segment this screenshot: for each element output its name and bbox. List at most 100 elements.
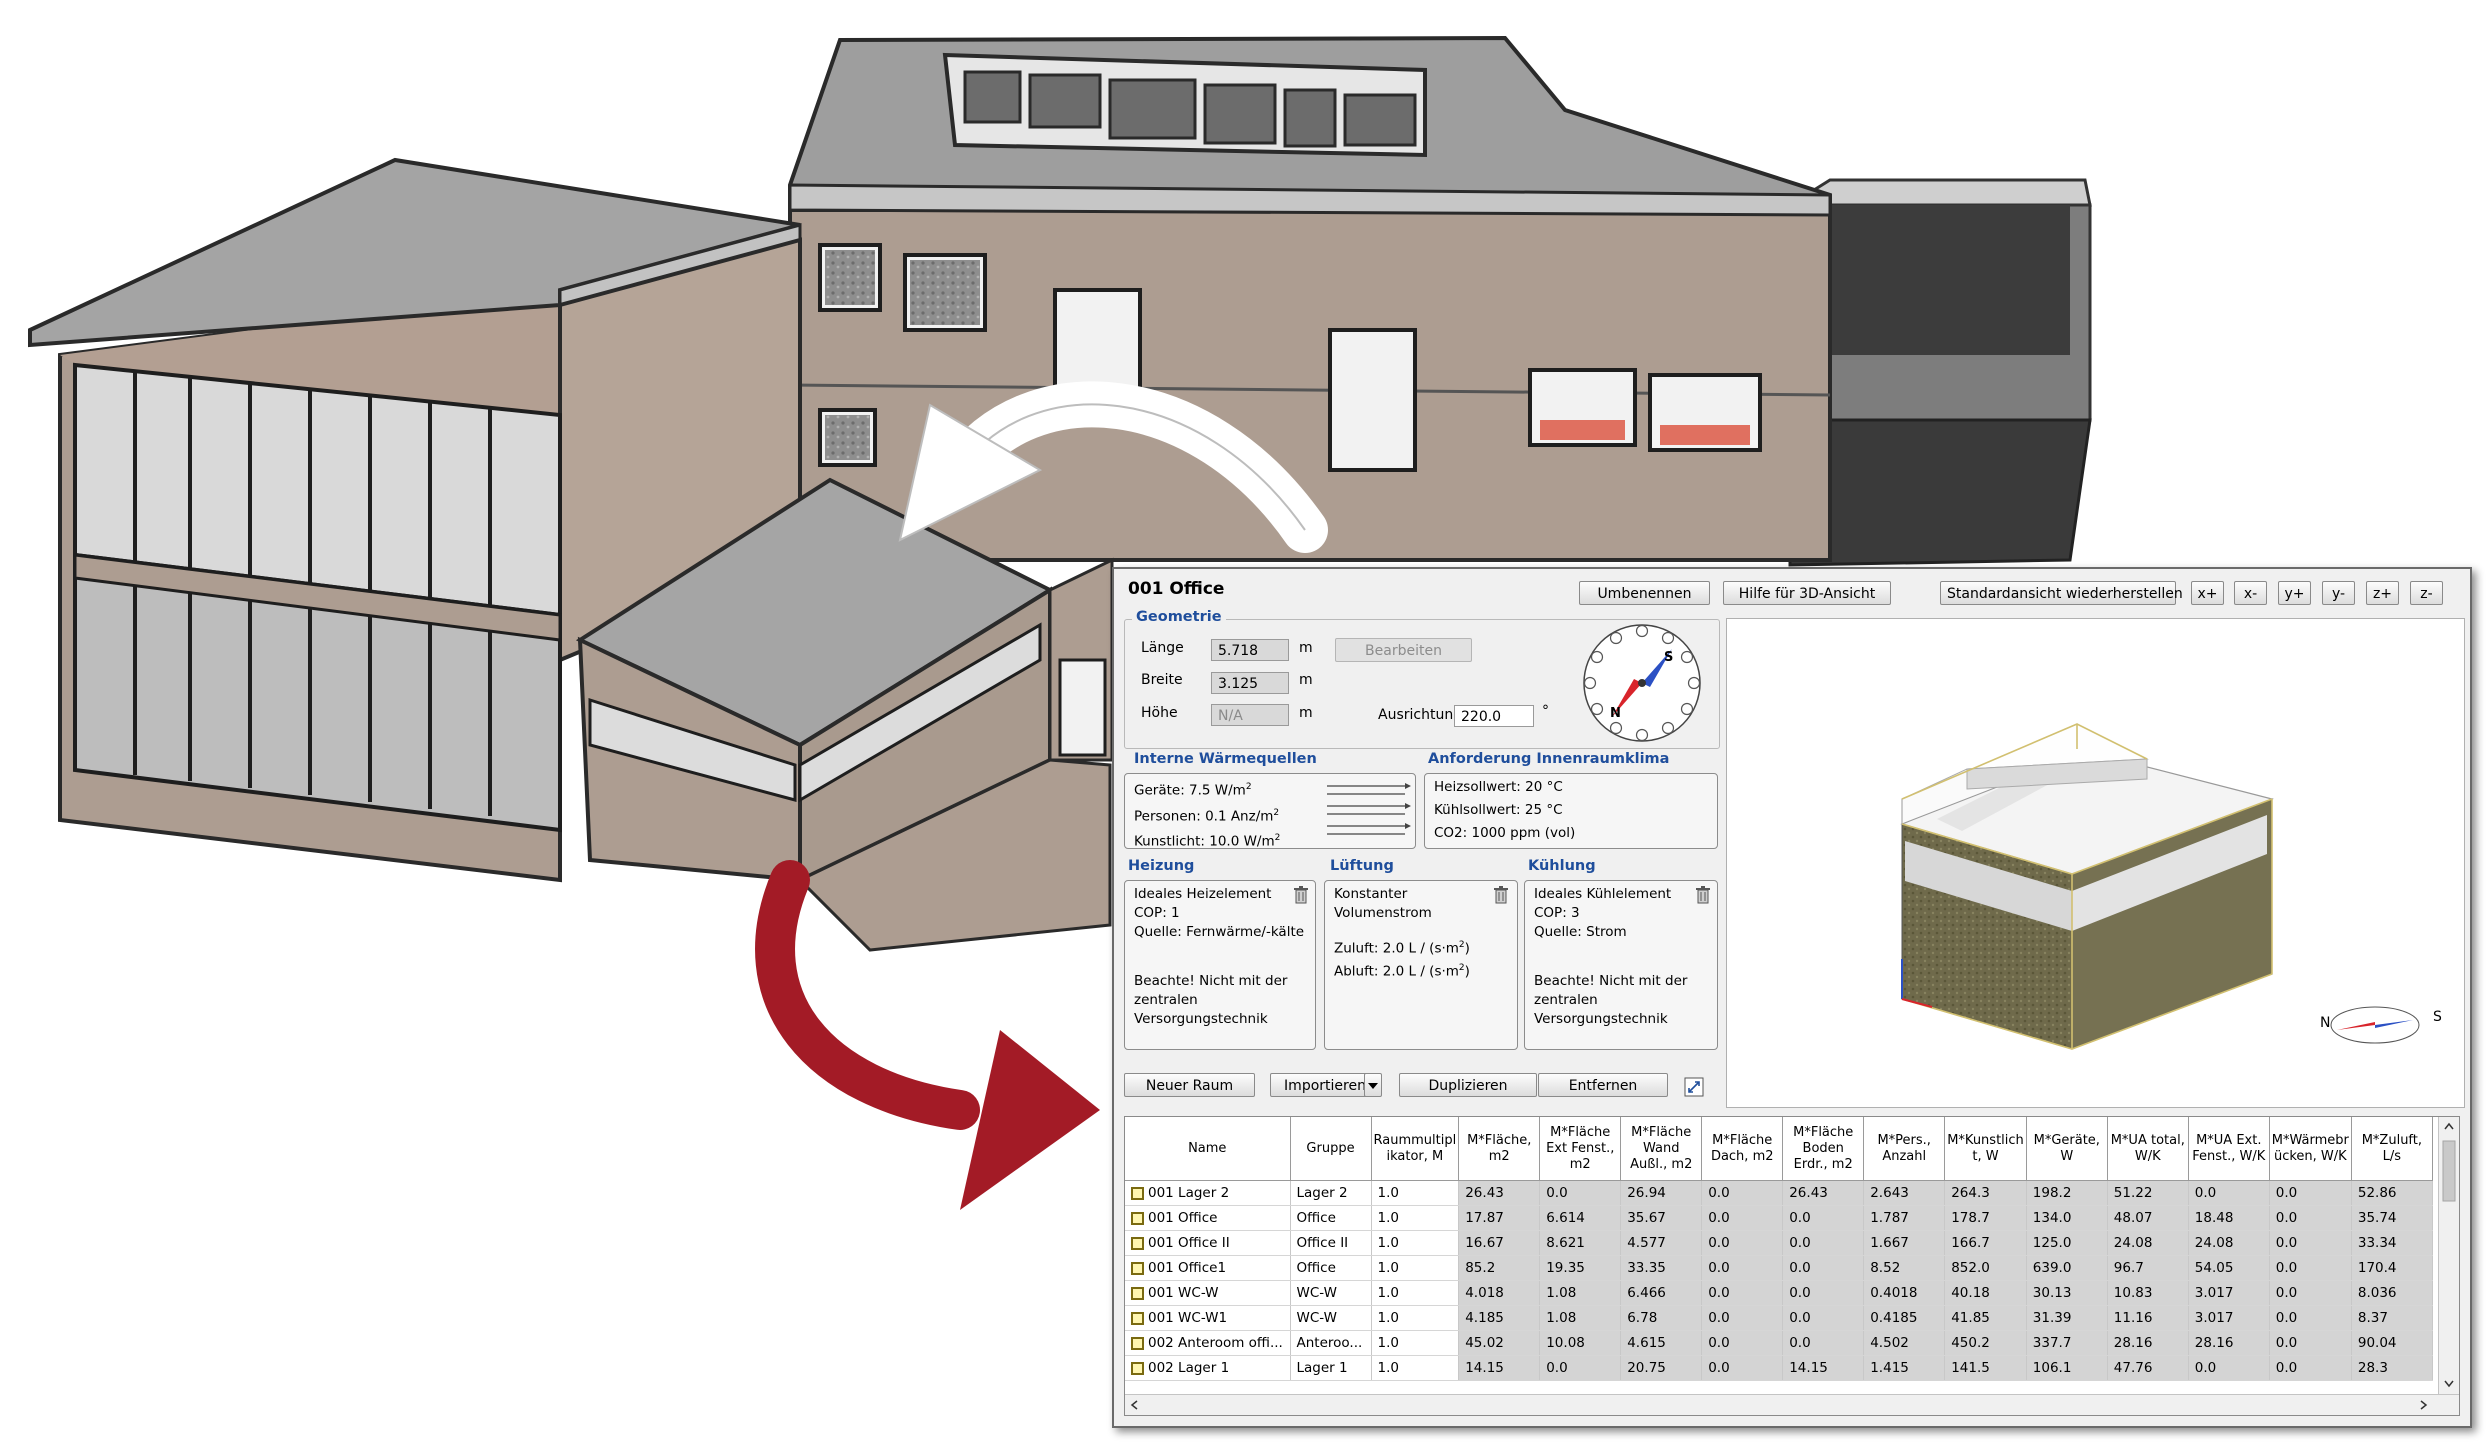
x-minus-button[interactable]: x- bbox=[2234, 581, 2267, 605]
room-name-cell[interactable]: 001 Office II bbox=[1125, 1230, 1291, 1256]
table-cell[interactable]: 166.7 bbox=[1944, 1230, 2027, 1256]
column-header[interactable]: M*Fläche Boden Erdr., m2 bbox=[1782, 1117, 1865, 1181]
table-cell[interactable]: 0.0 bbox=[2269, 1305, 2352, 1331]
table-cell[interactable]: 0.0 bbox=[2269, 1180, 2352, 1206]
table-cell[interactable]: 8.621 bbox=[1539, 1230, 1622, 1256]
cooling-box[interactable]: Ideales Kühlelement COP: 3 Quelle: Strom… bbox=[1524, 880, 1718, 1050]
table-cell[interactable]: Office II bbox=[1290, 1230, 1372, 1256]
table-cell[interactable]: 1.0 bbox=[1371, 1230, 1460, 1256]
table-cell[interactable]: 0.0 bbox=[1782, 1255, 1865, 1281]
table-cell[interactable]: 0.0 bbox=[2269, 1255, 2352, 1281]
orientation-field[interactable]: 220.0 bbox=[1454, 705, 1534, 727]
table-cell[interactable]: 1.08 bbox=[1539, 1280, 1622, 1306]
import-dropdown-button[interactable] bbox=[1364, 1073, 1382, 1097]
table-cell[interactable]: 170.4 bbox=[2351, 1255, 2433, 1281]
table-cell[interactable]: 31.39 bbox=[2026, 1305, 2108, 1331]
expand-icon[interactable] bbox=[1684, 1077, 1704, 1097]
table-cell[interactable]: 0.0 bbox=[1782, 1280, 1865, 1306]
width-field[interactable]: 3.125 bbox=[1211, 672, 1289, 694]
table-cell[interactable]: 0.0 bbox=[2269, 1280, 2352, 1306]
table-cell[interactable]: 90.04 bbox=[2351, 1330, 2433, 1356]
table-cell[interactable]: 0.0 bbox=[1701, 1305, 1784, 1331]
table-cell[interactable]: 0.0 bbox=[1782, 1230, 1865, 1256]
table-cell[interactable]: 14.15 bbox=[1782, 1355, 1865, 1381]
table-cell[interactable]: 45.02 bbox=[1458, 1330, 1541, 1356]
remove-button[interactable]: Entfernen bbox=[1538, 1073, 1668, 1097]
help-3d-button[interactable]: Hilfe für 3D-Ansicht bbox=[1723, 581, 1891, 605]
table-cell[interactable]: 0.0 bbox=[2188, 1355, 2270, 1381]
table-cell[interactable]: 17.87 bbox=[1458, 1205, 1541, 1231]
table-cell[interactable]: 40.18 bbox=[1944, 1280, 2027, 1306]
table-cell[interactable]: 6.78 bbox=[1620, 1305, 1703, 1331]
table-cell[interactable]: 1.787 bbox=[1863, 1205, 1946, 1231]
heating-delete-icon[interactable] bbox=[1293, 886, 1309, 904]
duplicate-button[interactable]: Duplizieren bbox=[1399, 1073, 1537, 1097]
table-cell[interactable]: 1.415 bbox=[1863, 1355, 1946, 1381]
table-cell[interactable]: 852.0 bbox=[1944, 1255, 2027, 1281]
table-horizontal-scrollbar[interactable] bbox=[1125, 1394, 2459, 1415]
table-cell[interactable]: 47.76 bbox=[2107, 1355, 2189, 1381]
table-cell[interactable]: 41.85 bbox=[1944, 1305, 2027, 1331]
y-minus-button[interactable]: y- bbox=[2322, 581, 2355, 605]
table-cell[interactable]: 16.67 bbox=[1458, 1230, 1541, 1256]
table-cell[interactable]: 33.34 bbox=[2351, 1230, 2433, 1256]
cooling-delete-icon[interactable] bbox=[1695, 886, 1711, 904]
column-header[interactable]: M*Fläche Wand Außl., m2 bbox=[1620, 1117, 1703, 1181]
column-header[interactable]: Gruppe bbox=[1290, 1117, 1372, 1181]
table-cell[interactable]: 0.0 bbox=[2269, 1330, 2352, 1356]
column-header[interactable]: M*UA Ext. Fenst., W/K bbox=[2188, 1117, 2270, 1181]
table-cell[interactable]: 19.35 bbox=[1539, 1255, 1622, 1281]
column-header[interactable]: M*Zuluft, L/s bbox=[2351, 1117, 2433, 1181]
table-cell[interactable]: WC-W bbox=[1290, 1305, 1372, 1331]
ventilation-delete-icon[interactable] bbox=[1493, 886, 1509, 904]
table-cell[interactable]: Lager 1 bbox=[1290, 1355, 1372, 1381]
table-cell[interactable]: 1.08 bbox=[1539, 1305, 1622, 1331]
table-cell[interactable]: 28.16 bbox=[2107, 1330, 2189, 1356]
room-name-cell[interactable]: 002 Anteroom offi... bbox=[1125, 1330, 1291, 1356]
table-cell[interactable]: 24.08 bbox=[2107, 1230, 2189, 1256]
table-cell[interactable]: 0.0 bbox=[1701, 1355, 1784, 1381]
internal-gains-box[interactable]: Geräte: 7.5 W/m2 Personen: 0.1 Anz/m2 Ku… bbox=[1124, 773, 1416, 850]
table-cell[interactable]: 96.7 bbox=[2107, 1255, 2189, 1281]
table-cell[interactable]: 28.16 bbox=[2188, 1330, 2270, 1356]
room-name-cell[interactable]: 001 Office1 bbox=[1125, 1255, 1291, 1281]
table-cell[interactable]: 24.08 bbox=[2188, 1230, 2270, 1256]
table-cell[interactable]: 0.0 bbox=[1701, 1180, 1784, 1206]
table-cell[interactable]: 0.4185 bbox=[1863, 1305, 1946, 1331]
room-3d-view[interactable]: N S bbox=[1726, 618, 2465, 1108]
table-cell[interactable]: 26.43 bbox=[1458, 1180, 1541, 1206]
column-header[interactable]: M*Fläche, m2 bbox=[1458, 1117, 1541, 1181]
room-name-cell[interactable]: 001 WC-W1 bbox=[1125, 1305, 1291, 1331]
column-header[interactable]: M*Wärmebr ücken, W/K bbox=[2269, 1117, 2352, 1181]
orientation-compass-icon[interactable]: S N bbox=[1580, 621, 1704, 745]
table-cell[interactable]: 0.0 bbox=[2188, 1180, 2270, 1206]
rename-button[interactable]: Umbenennen bbox=[1579, 581, 1710, 605]
table-cell[interactable]: 14.15 bbox=[1458, 1355, 1541, 1381]
heating-box[interactable]: Ideales Heizelement COP: 1 Quelle: Fernw… bbox=[1124, 880, 1316, 1050]
table-cell[interactable]: 8.036 bbox=[2351, 1280, 2433, 1306]
table-cell[interactable]: 0.0 bbox=[2269, 1205, 2352, 1231]
table-cell[interactable]: 0.0 bbox=[1701, 1330, 1784, 1356]
table-cell[interactable]: 11.16 bbox=[2107, 1305, 2189, 1331]
table-cell[interactable]: 1.0 bbox=[1371, 1355, 1460, 1381]
table-cell[interactable]: 0.0 bbox=[1539, 1180, 1622, 1206]
table-cell[interactable]: 0.0 bbox=[2269, 1355, 2352, 1381]
table-cell[interactable]: 18.48 bbox=[2188, 1205, 2270, 1231]
x-plus-button[interactable]: x+ bbox=[2191, 581, 2224, 605]
table-cell[interactable]: 3.017 bbox=[2188, 1305, 2270, 1331]
table-cell[interactable]: 26.43 bbox=[1782, 1180, 1865, 1206]
table-cell[interactable]: 178.7 bbox=[1944, 1205, 2027, 1231]
table-cell[interactable]: 6.466 bbox=[1620, 1280, 1703, 1306]
table-cell[interactable]: 2.643 bbox=[1863, 1180, 1946, 1206]
table-cell[interactable]: Lager 2 bbox=[1290, 1180, 1372, 1206]
column-header[interactable]: M*Kunstlich t, W bbox=[1944, 1117, 2027, 1181]
table-row[interactable]: 001 WC-W WC-W 1.0 4.018 1.08 6.466 0.0 0.0 0.401… bbox=[1125, 1280, 2433, 1306]
table-cell[interactable]: 52.86 bbox=[2351, 1180, 2433, 1206]
table-cell[interactable]: 10.83 bbox=[2107, 1280, 2189, 1306]
table-cell[interactable]: 8.52 bbox=[1863, 1255, 1946, 1281]
length-field[interactable]: 5.718 bbox=[1211, 639, 1289, 661]
table-cell[interactable]: 106.1 bbox=[2026, 1355, 2108, 1381]
table-cell[interactable]: 1.0 bbox=[1371, 1205, 1460, 1231]
table-cell[interactable]: 33.35 bbox=[1620, 1255, 1703, 1281]
table-cell[interactable]: 4.185 bbox=[1458, 1305, 1541, 1331]
